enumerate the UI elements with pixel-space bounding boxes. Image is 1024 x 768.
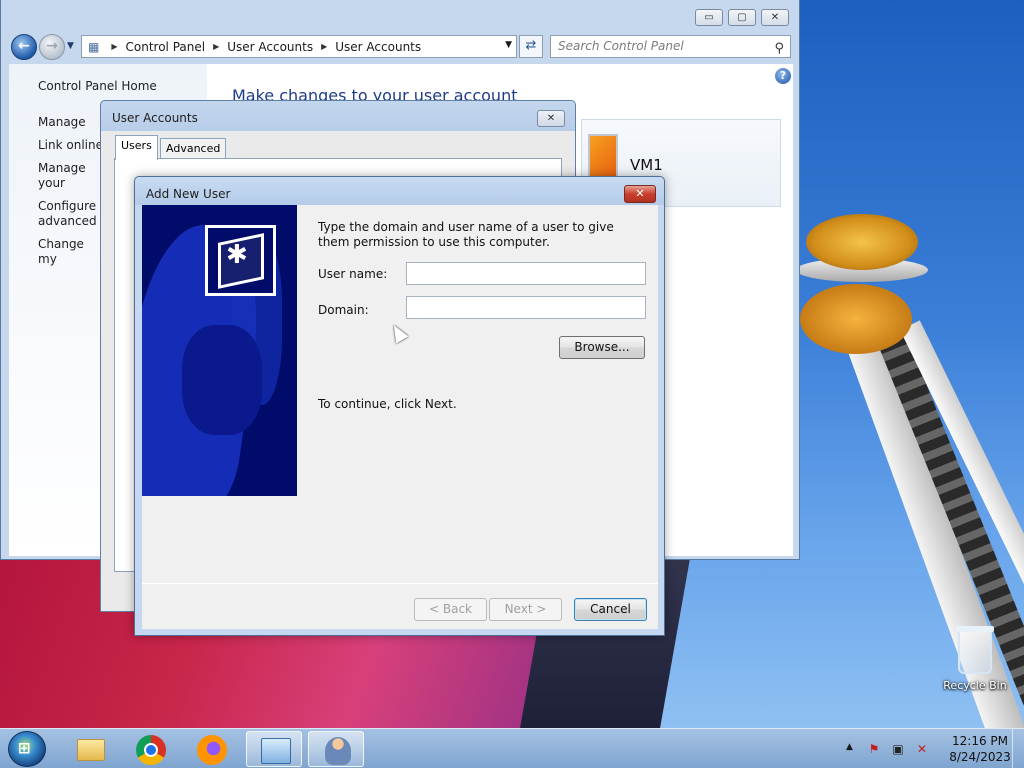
recent-pages-dropdown-icon[interactable]: ▼ [67,41,74,51]
system-tray: ▲ ⚑ ▣ ✕ 12:16 PM 8/24/2023 [840,729,1024,768]
back-button[interactable]: < Back [414,598,487,621]
window-caption: ▭ ▢ ✕ [1,0,801,30]
taskbar-explorer[interactable] [62,731,118,767]
folder-icon [77,739,105,761]
forward-arrow-icon[interactable]: → [39,34,65,60]
breadcrumb-separator-icon[interactable]: ▶ [321,42,327,51]
clock-date: 8/24/2023 [949,750,1011,764]
sidebar-link-environment-variables[interactable]: Change my environment variables [38,237,106,267]
back-arrow-icon[interactable]: ← [11,34,37,60]
next-button[interactable]: Next > [489,598,562,621]
wallpaper-needle-disc [800,284,912,354]
banner-figure [182,325,262,435]
user-name: VM1 [630,156,663,174]
asterisk-glyph: ✱ [226,240,248,270]
breadcrumb-user-accounts-current[interactable]: User Accounts [335,40,421,54]
recycle-bin[interactable]: Recycle Bin [940,626,1010,692]
clock[interactable]: 12:16 PM 8/24/2023 [940,733,1020,765]
breadcrumb-separator-icon: ▶ [111,42,118,51]
sidebar-link-advanced-profile[interactable]: Configure advanced profile properties [38,199,106,229]
wizard-content: ✱ Type the domain and user name of a use… [142,205,658,629]
taskbar-control-panel[interactable] [246,731,302,767]
show-hidden-icons-icon[interactable]: ▲ [846,742,853,752]
domain-field[interactable] [406,296,646,319]
navigation-bar: ← → ▼ ▦ ▶ Control Panel ▶ User Accounts … [1,32,801,60]
dialog-title: Add New User [146,187,231,201]
recycle-bin-label: Recycle Bin [943,679,1007,692]
help-icon[interactable]: ? [775,68,791,84]
breadcrumb-separator-icon[interactable]: ▶ [213,42,219,51]
search-input[interactable]: Search Control Panel ⚲ [550,35,791,58]
wallpaper-needle-top [806,214,918,270]
add-new-user-dialog: Add New User ✕ ✱ Type the domain and use… [134,176,665,636]
dialog-close-button[interactable]: ✕ [537,110,565,127]
dialog-close-button[interactable]: ✕ [624,185,656,203]
dialog-title: User Accounts [112,111,198,125]
network-icon[interactable]: ▣ [890,741,906,757]
control-panel-folder-icon: ▦ [88,39,100,54]
sidebar-home-link[interactable]: Control Panel Home [38,79,157,93]
recycle-bin-icon [956,626,994,674]
browse-button[interactable]: Browse... [559,336,645,359]
wizard-banner-image: ✱ [142,205,297,496]
instructions-text: Type the domain and user name of a user … [318,220,614,249]
search-icon[interactable]: ⚲ [774,38,784,59]
taskbar-firefox[interactable] [184,731,240,767]
close-button[interactable]: ✕ [761,9,789,26]
clock-time: 12:16 PM [952,734,1008,748]
action-center-flag-icon[interactable]: ⚑ [866,741,882,757]
breadcrumb-control-panel[interactable]: Control Panel [126,40,206,54]
footer-divider [142,583,658,584]
user-name-field[interactable] [406,262,646,285]
address-dropdown-icon[interactable]: ▼ [505,40,512,50]
domain-label: Domain: [318,303,369,317]
show-desktop-button[interactable] [1012,729,1024,768]
taskbar-user-accounts[interactable] [308,731,364,767]
control-panel-icon [261,738,291,764]
sidebar-link-manage-credentials[interactable]: Manage your [38,115,106,130]
tab-advanced[interactable]: Advanced [160,138,227,160]
chrome-icon [136,735,166,765]
minimize-button[interactable]: ▭ [695,9,723,26]
start-button[interactable]: ⊞ [8,731,46,767]
taskbar-chrome[interactable] [123,731,179,767]
continue-text: To continue, click Next. [318,397,457,411]
sidebar-link-manage-certificates[interactable]: Manage your certificates [38,161,106,191]
firefox-icon [197,735,227,765]
refresh-icon[interactable]: ⇄ [519,35,543,58]
volume-muted-icon[interactable]: ✕ [914,741,930,757]
user-name-label: User name: [318,267,388,281]
breadcrumb-user-accounts[interactable]: User Accounts [227,40,313,54]
taskbar: ⊞ ▲ ⚑ ▣ ✕ 12:16 PM 8/24/2023 [0,728,1024,768]
windows-logo-icon: ⊞ [18,739,31,757]
user-accounts-icon [325,737,351,765]
tab-users[interactable]: Users [115,135,158,160]
search-placeholder: Search Control Panel [558,39,684,53]
cancel-button[interactable]: Cancel [574,598,647,621]
smartcard-key-icon: ✱ [205,225,276,296]
sidebar-link-online-ids[interactable]: Link online I [38,138,106,153]
maximize-button[interactable]: ▢ [728,9,756,26]
address-bar[interactable]: ▦ ▶ Control Panel ▶ User Accounts ▶ User… [81,35,517,58]
